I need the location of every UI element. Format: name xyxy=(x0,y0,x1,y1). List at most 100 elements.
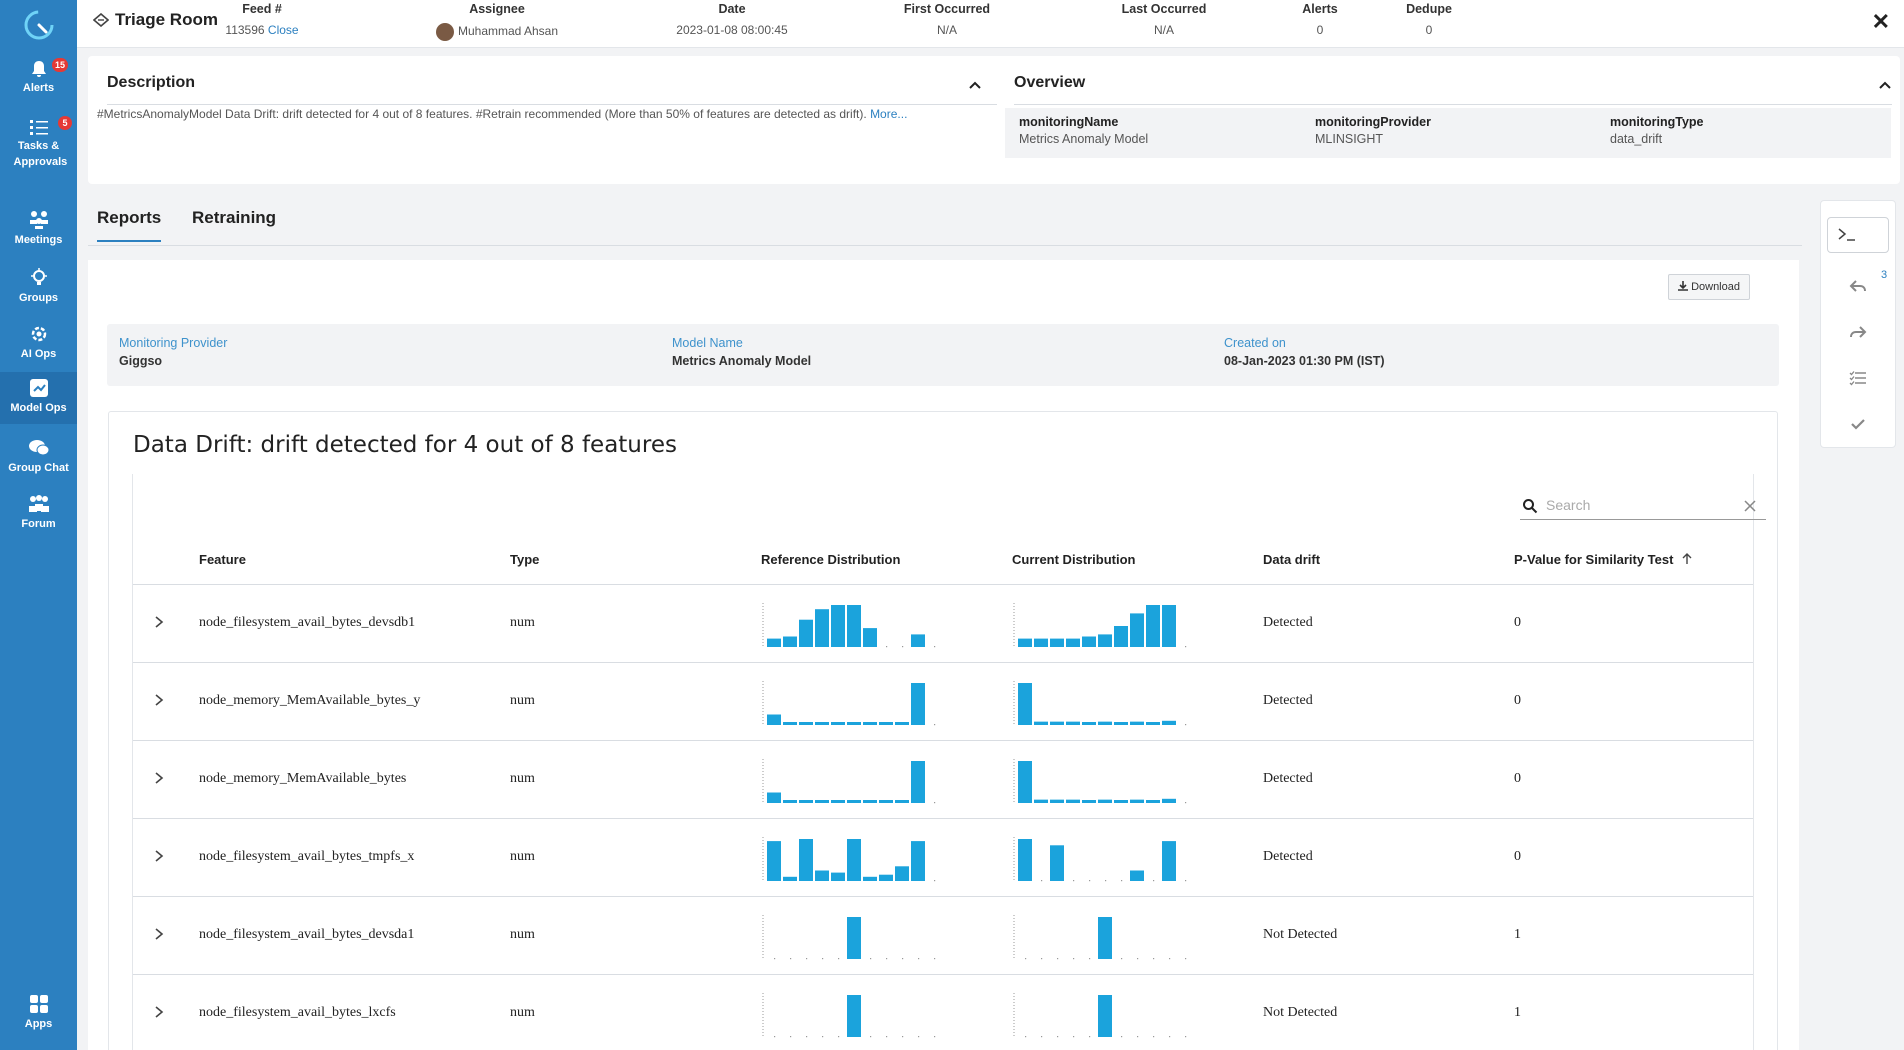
divider xyxy=(107,104,997,105)
apps-grid-icon xyxy=(29,995,48,1013)
feature-name: node_memory_MemAvailable_bytes xyxy=(199,771,407,786)
sort-ascending-icon[interactable] xyxy=(1681,553,1693,565)
histogram-empty-bin xyxy=(1073,958,1075,960)
meta-provider: Monitoring Provider Giggso xyxy=(119,336,227,368)
drift-status: Detected xyxy=(1263,849,1313,864)
histogram-empty-bin xyxy=(774,958,776,960)
feature-name: node_memory_MemAvailable_bytes_y xyxy=(199,693,421,708)
last-occurred-field: Last Occurred N/A xyxy=(1104,2,1224,37)
sidebar-item-model-ops[interactable]: Model Ops xyxy=(0,372,77,424)
histogram-empty-bin xyxy=(1089,958,1091,960)
chevron-right-icon[interactable] xyxy=(153,927,165,941)
sidebar-item-group-chat[interactable]: Group Chat xyxy=(0,438,77,482)
dedupe-field: Dedupe 0 xyxy=(1399,2,1459,37)
sidebar-item-forum[interactable]: Forum xyxy=(0,494,77,538)
tab-retraining[interactable]: Retraining xyxy=(192,208,276,240)
histogram-empty-bin xyxy=(806,1036,808,1038)
histogram-bar xyxy=(783,800,797,803)
histogram-empty-bin xyxy=(1185,880,1187,882)
assignee-value-wrap[interactable]: Muhammad Ahsan xyxy=(422,23,572,41)
summary-card: Description #MetricsAnomalyModel Data Dr… xyxy=(88,56,1900,184)
overview-value: data_drift xyxy=(1610,132,1663,146)
description-text-wrap: #MetricsAnomalyModel Data Drift: drift d… xyxy=(97,107,997,121)
search-input[interactable] xyxy=(1546,497,1736,513)
histogram-bar xyxy=(1018,761,1032,803)
p-value: 1 xyxy=(1514,1005,1521,1020)
sidebar-item-label: Tasks & Approvals xyxy=(13,140,68,168)
chevron-right-icon[interactable] xyxy=(153,1005,165,1019)
reference-distribution-chart xyxy=(762,837,936,882)
sidebar-item-label: Alerts xyxy=(22,82,55,94)
histogram-empty-bin xyxy=(1121,880,1123,882)
table-row[interactable]: node_filesystem_avail_bytes_devsdb1 num De… xyxy=(133,585,1753,663)
drift-status: Detected xyxy=(1263,693,1313,708)
check-icon[interactable] xyxy=(1849,415,1867,433)
collapse-overview-icon[interactable] xyxy=(1878,78,1892,92)
overview-value: Metrics Anomaly Model xyxy=(1019,132,1149,146)
histogram-empty-bin xyxy=(870,958,872,960)
sidebar-item-apps[interactable]: Apps xyxy=(0,994,77,1038)
tab-reports[interactable]: Reports xyxy=(97,208,162,242)
collapse-description-icon[interactable] xyxy=(968,78,982,92)
task-list-icon[interactable] xyxy=(1849,369,1867,387)
feature-name: node_filesystem_avail_bytes_devsdb1 xyxy=(199,615,416,630)
app-logo[interactable] xyxy=(22,8,56,42)
date-label: Date xyxy=(718,2,746,16)
table-row[interactable]: node_memory_MemAvailable_bytes num Detecte… xyxy=(133,741,1753,819)
triage-header: Triage Room Feed # 113596 Close Assignee… xyxy=(77,0,1904,48)
histogram-empty-bin xyxy=(1153,880,1155,882)
last-occurred-label: Last Occurred xyxy=(1121,2,1207,16)
table-row[interactable]: node_filesystem_avail_bytes_tmpfs_x num De… xyxy=(133,819,1753,897)
histogram-bar xyxy=(879,800,893,803)
chevron-right-icon[interactable] xyxy=(153,693,165,707)
histogram-bar xyxy=(1034,799,1048,803)
histogram-bar xyxy=(911,683,925,725)
chevron-right-icon[interactable] xyxy=(153,615,165,629)
overview-field-name: monitoringName Metrics Anomaly Model xyxy=(1019,115,1148,146)
download-button[interactable]: Download xyxy=(1668,274,1750,300)
histogram-bar xyxy=(1162,798,1176,803)
histogram-bar xyxy=(847,839,861,881)
histogram-empty-bin xyxy=(822,1036,824,1038)
table-row[interactable]: node_filesystem_avail_bytes_devsda1 num No… xyxy=(133,897,1753,975)
histogram-bar xyxy=(815,609,829,647)
p-value: 0 xyxy=(1514,615,1521,630)
histogram-empty-bin xyxy=(838,958,840,960)
col-header-pvalue-label: P-Value for Similarity Test xyxy=(1514,552,1674,567)
sidebar-item-alerts[interactable]: Alerts 15 xyxy=(0,58,77,104)
histogram-empty-bin xyxy=(790,1036,792,1038)
current-distribution-chart xyxy=(1013,993,1187,1038)
sidebar-item-groups[interactable]: Groups xyxy=(0,268,77,312)
histogram-empty-bin xyxy=(934,724,936,726)
chevron-right-icon[interactable] xyxy=(153,771,165,785)
histogram-bar xyxy=(1066,799,1080,803)
close-feed-link[interactable]: Close xyxy=(268,23,299,37)
forward-icon[interactable] xyxy=(1849,323,1867,341)
close-icon[interactable]: ✕ xyxy=(1872,11,1890,33)
chevron-right-icon[interactable] xyxy=(153,849,165,863)
col-header-reference-distribution[interactable]: Reference Distribution xyxy=(761,552,900,567)
histogram-empty-bin xyxy=(934,880,936,882)
sidebar-item-tasks[interactable]: Tasks & Approvals 5 xyxy=(0,116,77,190)
col-header-feature[interactable]: Feature xyxy=(199,552,246,567)
table-row[interactable]: node_memory_MemAvailable_bytes_y num Detec… xyxy=(133,663,1753,741)
reply-icon[interactable] xyxy=(1849,277,1867,295)
feature-name: node_filesystem_avail_bytes_devsda1 xyxy=(199,927,415,942)
description-more-link[interactable]: More... xyxy=(870,107,907,121)
forum-icon xyxy=(28,495,49,512)
sidebar-item-ai-ops[interactable]: AI Ops xyxy=(0,324,77,368)
meta-value: 08-Jan-2023 01:30 PM (IST) xyxy=(1224,354,1385,368)
terminal-button[interactable] xyxy=(1827,217,1889,253)
col-header-pvalue[interactable]: P-Value for Similarity Test xyxy=(1514,552,1693,567)
col-header-current-distribution[interactable]: Current Distribution xyxy=(1012,552,1136,567)
col-header-data-drift[interactable]: Data drift xyxy=(1263,552,1320,567)
table-row[interactable]: node_filesystem_avail_bytes_lxcfs num Not … xyxy=(133,975,1753,1050)
histogram-bar xyxy=(1130,721,1144,725)
bell-icon xyxy=(31,61,46,77)
col-header-type[interactable]: Type xyxy=(510,552,539,567)
histogram-empty-bin xyxy=(934,958,936,960)
overview-value: MLINSIGHT xyxy=(1315,132,1384,146)
clear-search-icon[interactable] xyxy=(1744,500,1756,512)
sidebar-item-meetings[interactable]: Meetings xyxy=(0,210,77,254)
histogram-bar xyxy=(815,722,829,725)
